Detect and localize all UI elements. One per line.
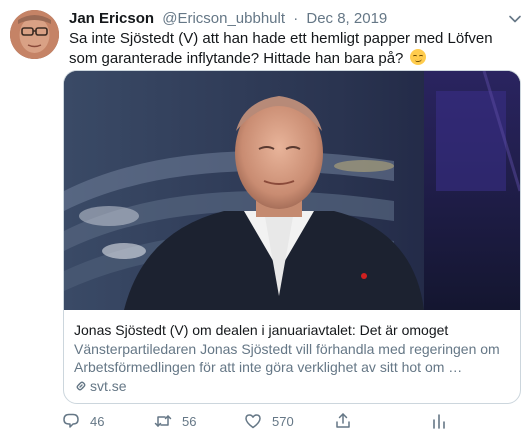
author-handle[interactable]: @Ericson_ubbhult	[162, 10, 285, 27]
smirking-face-icon	[409, 49, 426, 65]
retweet-button[interactable]: 56	[154, 410, 196, 432]
link-card[interactable]: Jonas Sjöstedt (V) om dealen i januariav…	[63, 70, 521, 404]
reply-icon	[63, 413, 79, 428]
separator-dot: ·	[293, 10, 299, 27]
reply-count: 46	[90, 413, 105, 429]
retweet-icon	[154, 415, 172, 427]
chevron-down-icon[interactable]	[508, 12, 522, 26]
share-icon	[336, 413, 350, 428]
avatar[interactable]	[10, 10, 59, 59]
tweet-text-content: Sa inte Sjöstedt (V) att han hade ett he…	[69, 30, 493, 67]
tweet-header: Jan Ericson @Ericson_ubbhult · Dec 8, 20…	[69, 9, 387, 29]
action-bar: 46 56 570	[62, 410, 522, 432]
link-icon	[76, 381, 86, 391]
avatar-image	[10, 10, 59, 59]
analytics-button[interactable]	[430, 410, 458, 432]
reply-button[interactable]: 46	[62, 410, 104, 432]
card-title[interactable]: Jonas Sjöstedt (V) om dealen i januariav…	[74, 321, 514, 339]
tweet[interactable]: Jan Ericson @Ericson_ubbhult · Dec 8, 20…	[0, 0, 531, 436]
tweet-text: Sa inte Sjöstedt (V) att han hade ett he…	[69, 29, 519, 69]
like-button[interactable]: 570	[244, 410, 294, 432]
like-count: 570	[272, 413, 294, 429]
author-name[interactable]: Jan Ericson	[69, 10, 154, 27]
tweet-date[interactable]: Dec 8, 2019	[306, 10, 387, 27]
card-description: Vänsterpartiledaren Jonas Sjöstedt vill …	[74, 341, 500, 375]
analytics-icon	[433, 414, 445, 429]
retweet-count: 56	[182, 413, 197, 429]
share-button[interactable]	[334, 410, 362, 432]
card-image[interactable]	[64, 71, 520, 310]
card-domain[interactable]: svt.se	[74, 377, 127, 395]
card-photo	[64, 71, 520, 310]
card-domain-text: svt.se	[90, 378, 127, 394]
heart-icon	[245, 414, 261, 429]
